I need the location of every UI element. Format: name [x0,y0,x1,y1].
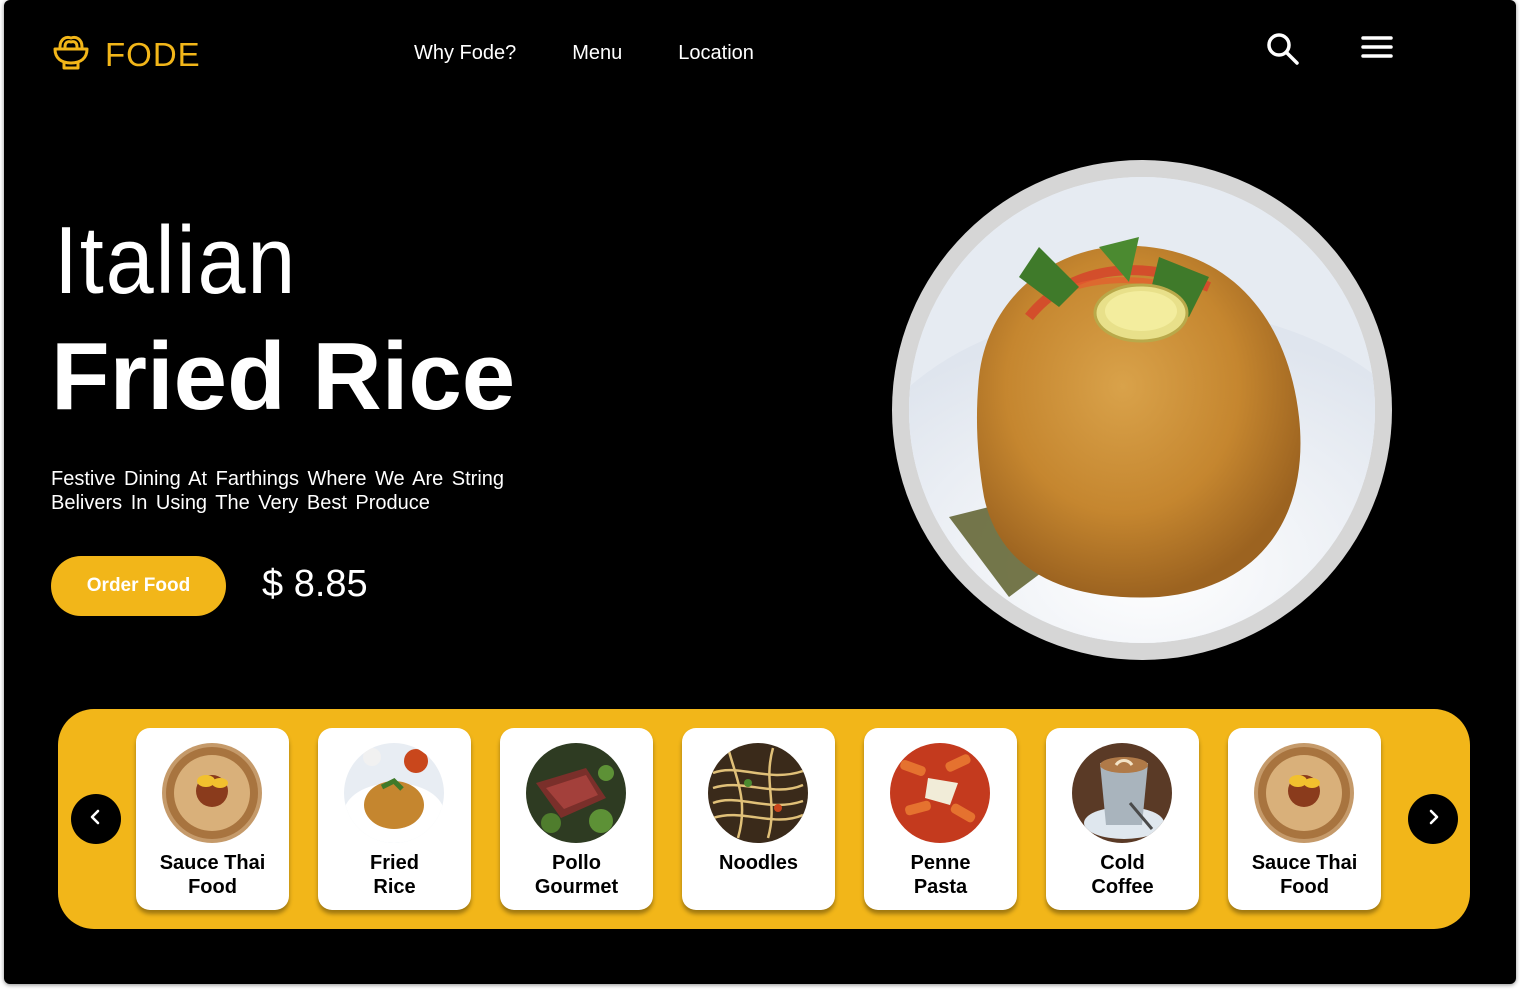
hamburger-menu-icon[interactable] [1360,34,1394,65]
food-card-label: Fried Rice [370,852,419,898]
food-card-penne-pasta[interactable]: Penne Pasta [864,728,1017,910]
hero-price: $ 8.85 [262,563,368,605]
nav-location[interactable]: Location [678,42,754,65]
food-card-label: Noodles [719,852,798,874]
food-card-fried-rice[interactable]: Fried Rice [318,728,471,910]
search-icon[interactable] [1266,32,1300,71]
food-card-pollo-gourmet[interactable]: Pollo Gourmet [500,728,653,910]
nav-why-fode[interactable]: Why Fode? [414,42,516,65]
chevron-right-icon [1424,808,1442,831]
food-card-label: Penne Pasta [910,852,971,898]
food-card-cold-coffee[interactable]: Cold Coffee [1046,728,1199,910]
fried-rice-image [909,177,1375,643]
food-card-label: Pollo Gourmet [534,852,619,898]
carousel-prev-button[interactable] [71,794,121,844]
page-frame: FODE Why Fode? Menu Location Italian Fri… [4,0,1516,984]
hero-title: Fried Rice [51,323,516,430]
sauce-thai-thumbnail [1254,743,1354,843]
food-card-label: Sauce Thai Food [159,852,266,898]
carousel-next-button[interactable] [1408,794,1458,844]
food-card-noodles[interactable]: Noodles [682,728,835,910]
food-card-sauce-thai-2[interactable]: Sauce Thai Food [1228,728,1381,910]
brand-name: FODE [105,35,201,73]
food-card-sauce-thai[interactable]: Sauce Thai Food [136,728,289,910]
hero-subtitle: Italian [54,207,298,314]
sauce-thai-thumbnail [162,743,262,843]
food-card-label: Sauce Thai Food [1251,852,1358,898]
food-carousel: Sauce Thai Food Fried Rice Pollo Gourmet… [58,709,1470,929]
fried-rice-thumbnail [344,743,444,843]
main-nav: Why Fode? Menu Location [414,42,754,65]
bowl-icon [51,32,91,77]
chevron-left-icon [87,808,105,831]
penne-pasta-thumbnail [890,743,990,843]
brand-logo[interactable]: FODE [51,32,201,77]
order-food-button[interactable]: Order Food [51,556,226,616]
food-card-label: Cold Coffee [1091,852,1154,898]
hero-description: Festive Dining At Farthings Where We Are… [51,468,505,514]
nav-menu[interactable]: Menu [572,42,622,65]
cold-coffee-thumbnail [1072,743,1172,843]
noodles-thumbnail [708,743,808,843]
pollo-gourmet-thumbnail [526,743,626,843]
